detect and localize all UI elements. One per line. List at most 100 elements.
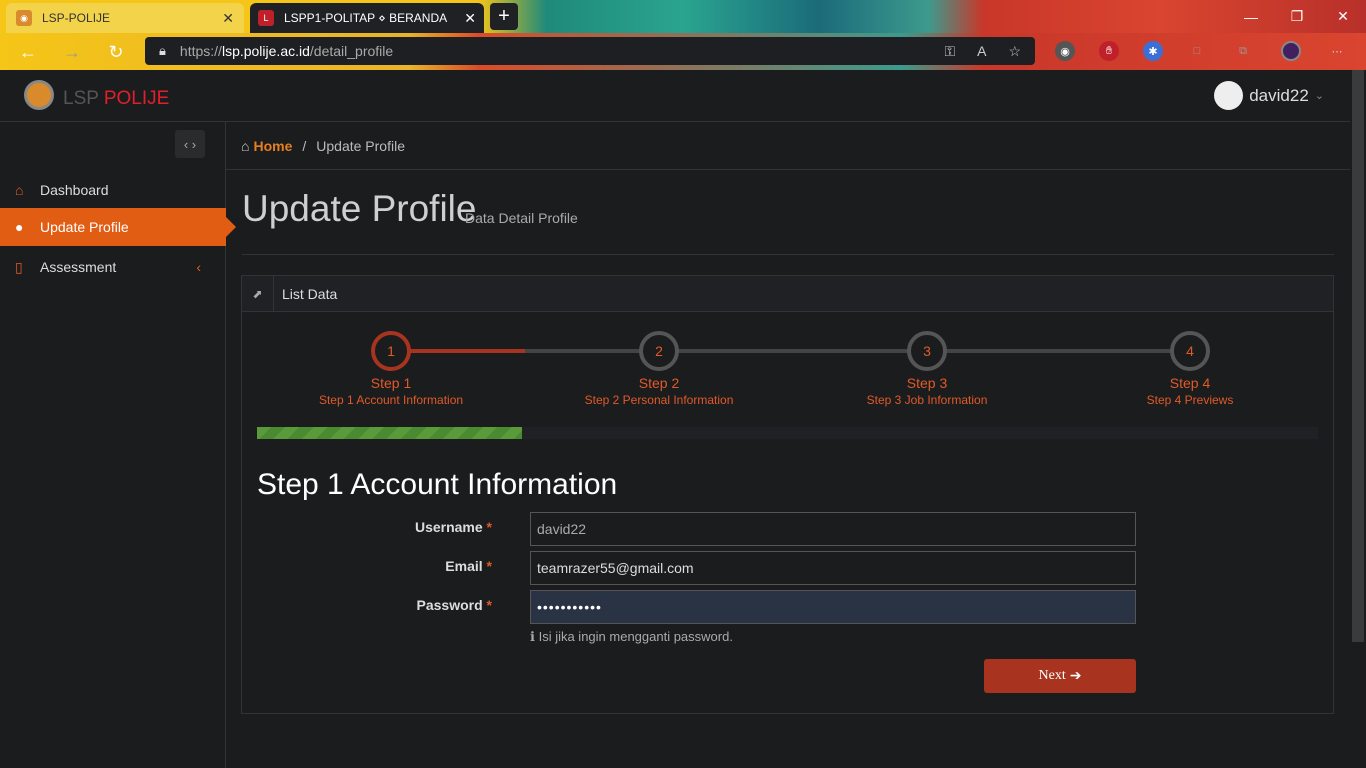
url-path: /detail_profile (309, 43, 394, 59)
step-line-pending (525, 349, 1190, 353)
required-mark: * (486, 519, 492, 535)
user-menu[interactable]: david22 ⌄ (1214, 81, 1324, 110)
sidebar-item-label: Update Profile (40, 219, 129, 235)
chevron-left-icon: ‹ (196, 259, 201, 275)
avatar (1214, 81, 1244, 110)
url-host: lsp.polije.ac.id (221, 43, 310, 59)
close-tab-icon[interactable]: ✕ (464, 10, 476, 27)
extension-puzzle-icon[interactable]: ✱ (1143, 41, 1163, 61)
extension-hand-icon[interactable]: ✋︎ (1099, 41, 1119, 61)
user-icon: ● (15, 219, 24, 235)
lock-icon: 🔒︎ (159, 43, 166, 58)
panel-header: ⬈ List Data (242, 275, 1333, 312)
politap-favicon-icon: L (258, 10, 274, 26)
forward-arrow-icon[interactable]: → (60, 40, 84, 64)
step-2-label: Step 2 (638, 375, 680, 391)
lsp-favicon-icon: ◉ (16, 10, 32, 26)
email-label-text: Email (445, 558, 483, 574)
username-label: Username * (242, 519, 492, 535)
required-mark: * (486, 597, 492, 613)
tab-label: LSP-POLIJE (42, 11, 111, 25)
brand[interactable]: LSP POLIJE (63, 88, 169, 110)
restore-button[interactable]: ❐ (1274, 0, 1320, 33)
step-1-label: Step 1 (370, 375, 412, 391)
home-icon: ⌂ (15, 182, 24, 198)
scrollbar-thumb[interactable] (1352, 70, 1364, 642)
back-arrow-icon[interactable]: ← (16, 40, 40, 64)
username-field[interactable]: david22 (530, 512, 1136, 546)
sidebar-item-dashboard[interactable]: ⌂ Dashboard (0, 171, 226, 209)
brand-name: POLIJE (103, 88, 170, 109)
sidebar-item-label: Assessment (40, 259, 117, 275)
form-title: Step 1 Account Information (257, 468, 618, 501)
home-icon: ⌂ (241, 137, 250, 154)
refresh-icon[interactable]: ↻ (104, 40, 128, 64)
step-3-label: Step 3 (906, 375, 948, 391)
address-bar[interactable]: 🔒︎ https:// lsp.polije.ac.id /detail_pro… (145, 37, 1035, 65)
password-field[interactable]: ••••••••••• (530, 590, 1136, 624)
browser-tab-bar: ◉ LSP-POLIJE ✕ L LSPP1-POLITAP ⋄ BERANDA… (0, 0, 1366, 33)
email-field[interactable]: teamrazer55@gmail.com (530, 551, 1136, 585)
password-label-text: Password (416, 597, 483, 613)
email-label: Email * (242, 558, 492, 574)
progress-bar (257, 427, 1318, 439)
arrow-circle-right-icon: ➔ (1069, 668, 1082, 684)
sidebar: ‹ › ⌂ Dashboard ● Update Profile ▯ Asses… (0, 122, 236, 768)
app-header: LSP POLIJE david22 ⌄ (0, 70, 1350, 122)
username-label-text: Username (414, 519, 483, 535)
breadcrumb: ⌂ Home / Update Profile (226, 122, 1350, 170)
extensions-icon[interactable]: ⧉ (1233, 41, 1253, 61)
tab-label: LSPP1-POLITAP ⋄ BERANDA (284, 11, 448, 25)
sidebar-item-label: Dashboard (40, 182, 109, 198)
read-aloud-icon[interactable]: A (977, 43, 986, 60)
lsp-logo (24, 80, 54, 110)
step-2-circle[interactable]: 2 (639, 331, 679, 371)
panel-title: List Data (282, 285, 338, 302)
tab-lsp-polije[interactable]: ◉ LSP-POLIJE ✕ (6, 3, 244, 33)
breadcrumb-current: Update Profile (316, 137, 405, 154)
step-4-desc: Step 4 Previews (1146, 393, 1234, 407)
user-name: david22 (1249, 85, 1309, 105)
next-button[interactable]: Next ➔ (984, 659, 1136, 693)
new-tab-button[interactable]: + (490, 3, 518, 30)
brand-lsp: LSP (63, 88, 99, 109)
sidebar-toggle-button[interactable]: ‹ › (175, 130, 205, 158)
sidebar-item-assessment[interactable]: ▯ Assessment ‹ (0, 248, 226, 286)
password-hint: ℹ Isi jika ingin mengganti password. (530, 629, 733, 645)
breadcrumb-separator: / (302, 137, 307, 154)
file-icon: ▯ (15, 258, 23, 275)
chevron-down-icon: ⌄ (1314, 90, 1324, 102)
step-4-label: Step 4 (1169, 375, 1211, 391)
more-menu-icon[interactable]: ⋯ (1327, 41, 1347, 61)
required-mark: * (486, 558, 492, 574)
url-scheme: https:// (179, 43, 222, 59)
step-3-circle[interactable]: 3 (907, 331, 947, 371)
progress-fill (257, 427, 523, 439)
minimize-button[interactable]: — (1228, 0, 1274, 33)
info-icon: ℹ (530, 629, 535, 644)
page-title: Update Profile (242, 188, 477, 229)
favorite-star-icon[interactable]: ☆ (1008, 43, 1021, 60)
password-label: Password * (242, 597, 492, 613)
password-hint-text: Isi jika ingin mengganti password. (538, 629, 733, 644)
expand-icon[interactable]: ⬈ (242, 275, 274, 312)
page-subtitle: Data Detail Profile (465, 210, 578, 226)
extension-blank-icon[interactable]: □ (1187, 41, 1207, 61)
key-icon[interactable]: ⚿ (944, 43, 955, 60)
step-1-circle[interactable]: 1 (371, 331, 411, 371)
close-window-button[interactable]: ✕ (1320, 0, 1366, 33)
extension-owl-icon[interactable]: ◉ (1055, 41, 1075, 61)
step-line-complete (392, 349, 525, 353)
tab-lspp1-politap[interactable]: L LSPP1-POLITAP ⋄ BERANDA ✕ (250, 3, 484, 33)
step-1-desc: Step 1 Account Information (318, 393, 464, 407)
step-3-desc: Step 3 Job Information (866, 393, 988, 407)
next-button-label: Next (1038, 668, 1066, 683)
close-tab-icon[interactable]: ✕ (222, 10, 234, 27)
sidebar-item-update-profile[interactable]: ● Update Profile (0, 208, 236, 246)
profile-avatar-icon[interactable] (1281, 41, 1301, 61)
step-2-desc: Step 2 Personal Information (584, 393, 734, 407)
divider (242, 254, 1334, 255)
list-data-panel: ⬈ List Data 1 Step 1 Step 1 Account Info… (241, 275, 1334, 714)
breadcrumb-home-link[interactable]: Home (253, 138, 292, 154)
step-4-circle[interactable]: 4 (1170, 331, 1210, 371)
